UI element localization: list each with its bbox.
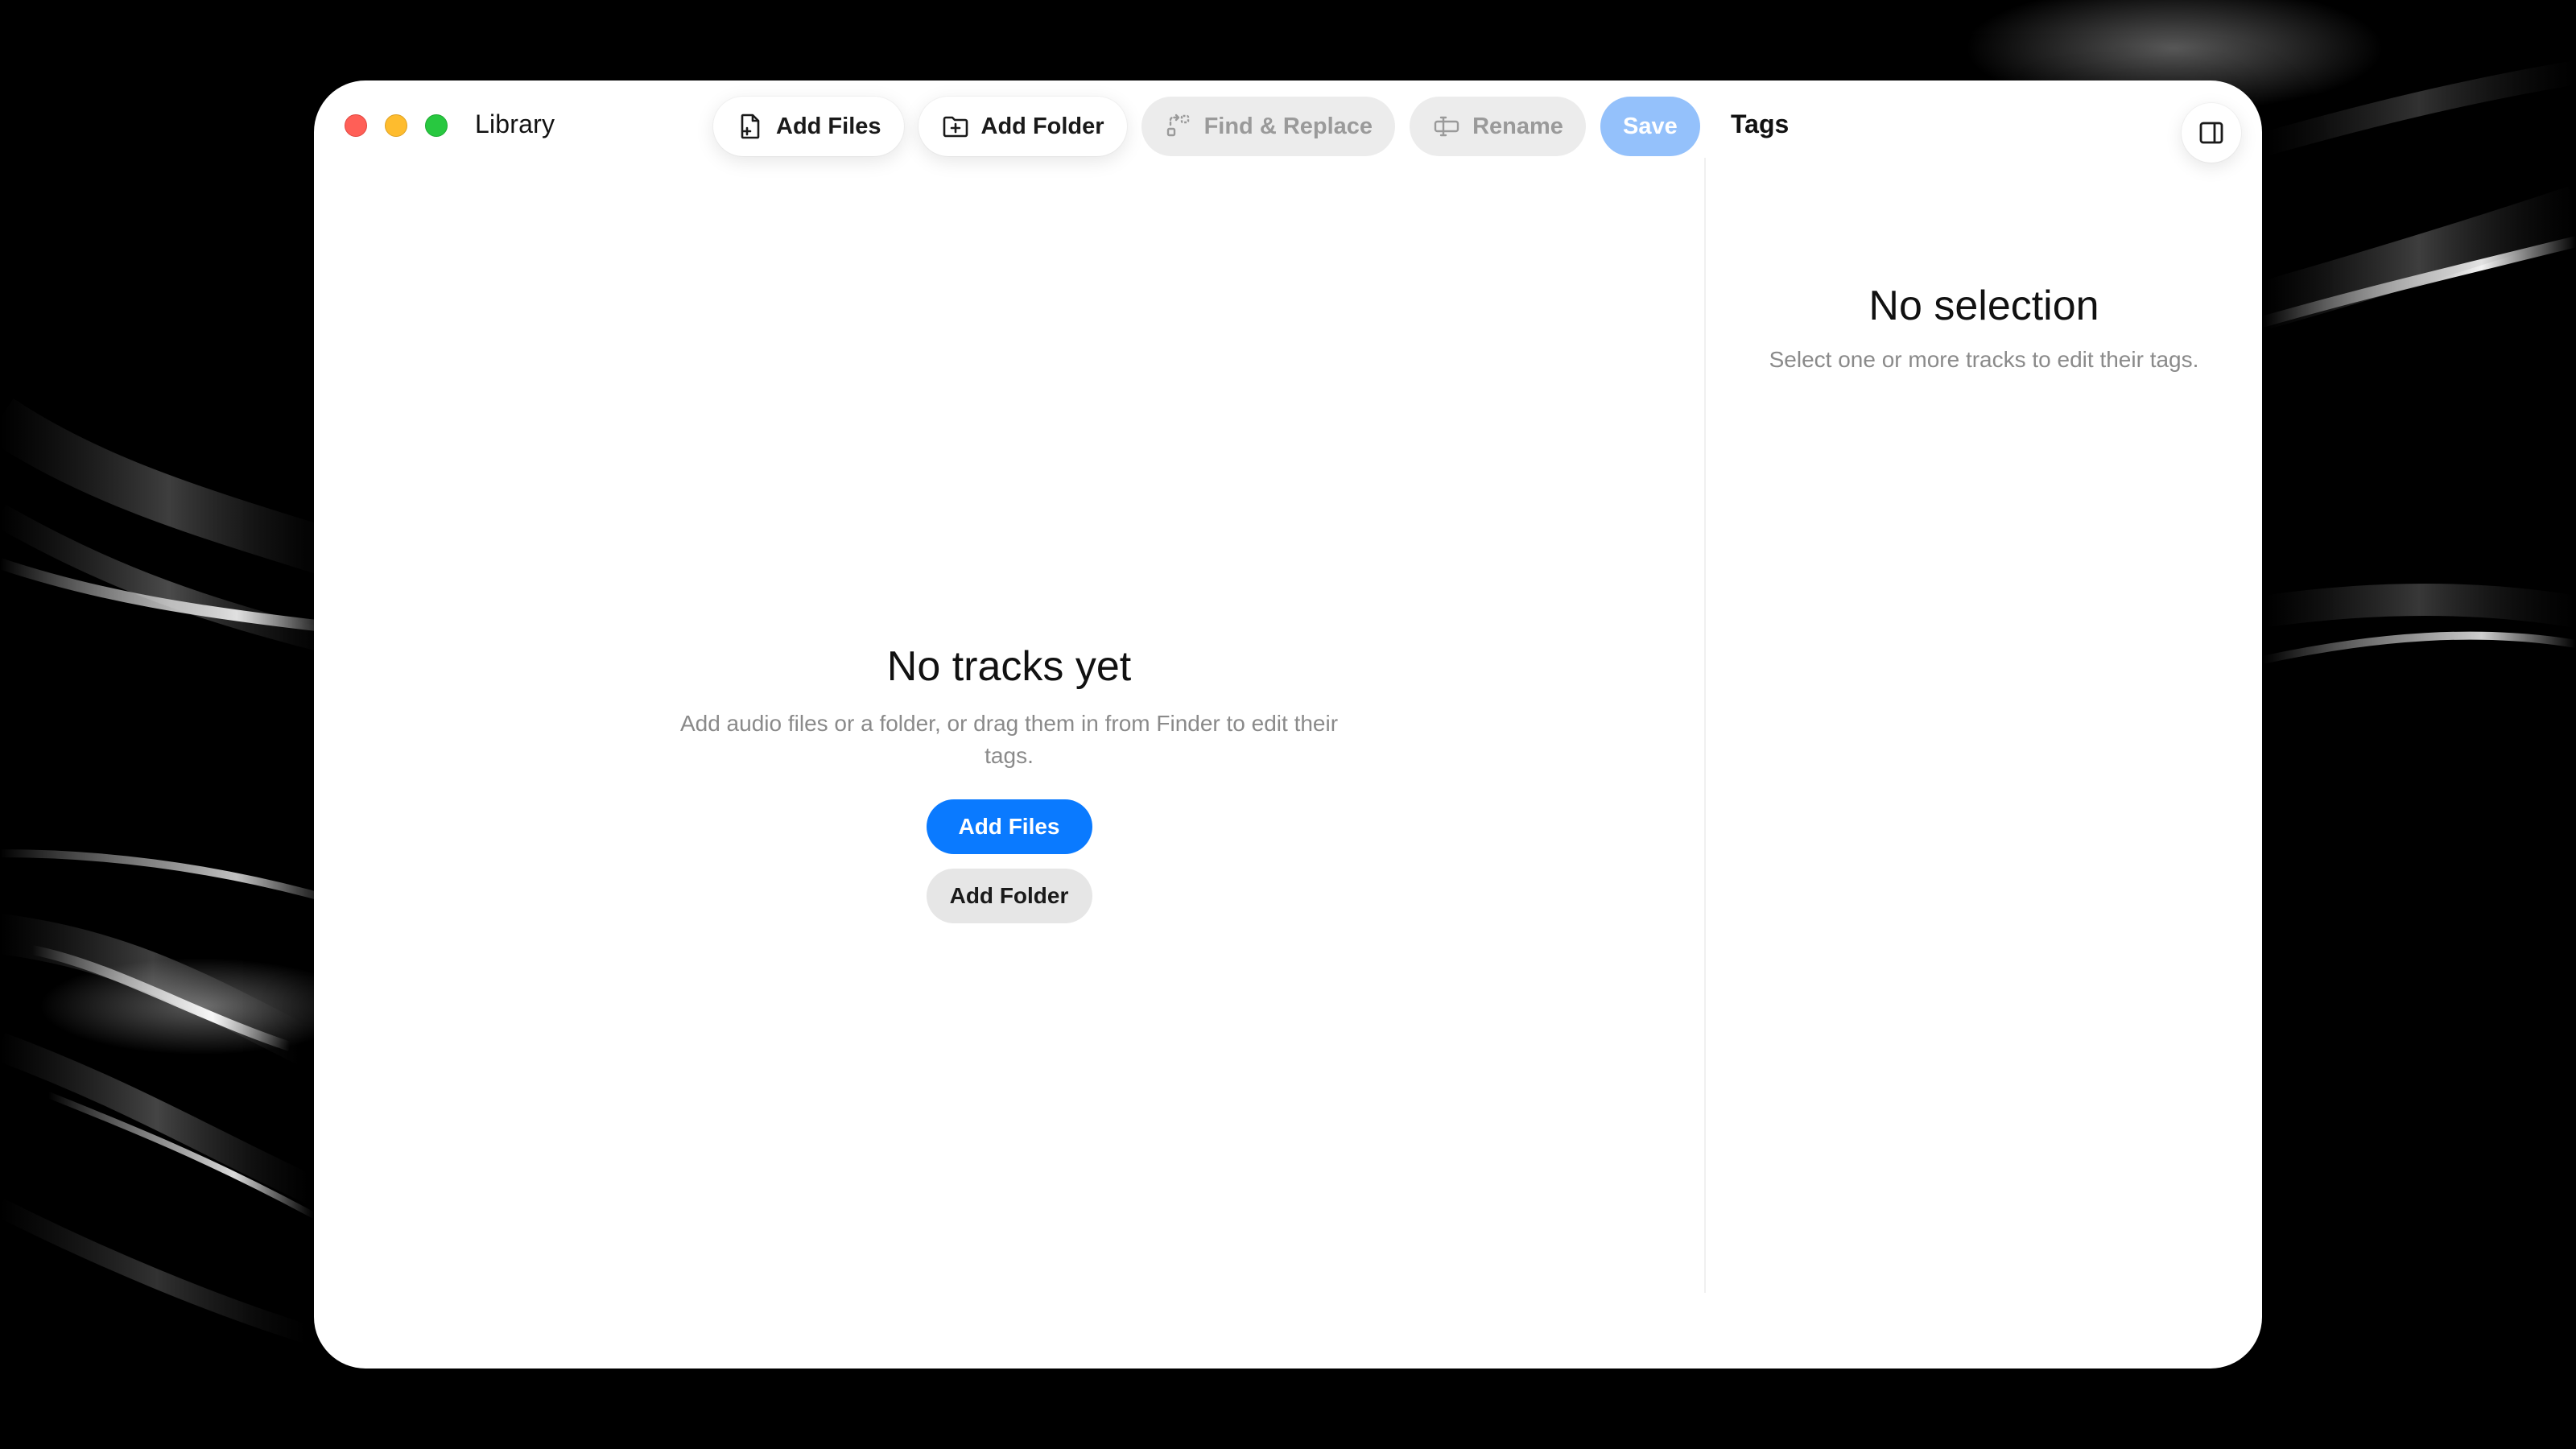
inspector-empty-state: No selection Select one or more tracks t… — [1706, 283, 2262, 376]
toggle-inspector-button[interactable] — [2182, 103, 2241, 163]
library-empty-state: No tracks yet Add audio files or a folde… — [314, 643, 1704, 924]
add-files-toolbar-label: Add Files — [776, 113, 881, 139]
rename-toolbar-label: Rename — [1472, 113, 1563, 139]
empty-title: No tracks yet — [886, 643, 1132, 690]
no-selection-subtitle: Select one or more tracks to edit their … — [1769, 347, 2199, 373]
app-window: Library Add Files Add Folder Find & Repl… — [314, 80, 2262, 1368]
rename-toolbar-button[interactable]: Rename — [1410, 97, 1586, 156]
window-title: Library — [475, 109, 555, 138]
find-replace-toolbar-label: Find & Replace — [1203, 113, 1373, 139]
zoom-window-button[interactable] — [425, 114, 448, 137]
add-files-toolbar-button[interactable]: Add Files — [713, 97, 904, 156]
desktop: Library Add Files Add Folder Find & Repl… — [0, 0, 2576, 1449]
empty-subtitle: Add audio files or a folder, or drag the… — [679, 711, 1339, 769]
doc-plus-icon — [741, 114, 760, 139]
window-controls — [345, 114, 448, 137]
find-replace-toolbar-button[interactable]: Find & Replace — [1141, 97, 1396, 156]
find-replace-icon — [1166, 114, 1189, 137]
inspector-title: Tags — [1731, 109, 1790, 138]
no-selection-title: No selection — [1868, 283, 2099, 329]
add-folder-button[interactable]: Add Folder — [926, 869, 1092, 924]
add-folder-toolbar-button[interactable]: Add Folder — [918, 97, 1127, 156]
add-folder-toolbar-label: Add Folder — [980, 113, 1104, 139]
add-files-button[interactable]: Add Files — [926, 799, 1092, 855]
toolbar: Add Files Add Folder Find & Replace Rena… — [713, 95, 1700, 158]
close-window-button[interactable] — [345, 114, 367, 137]
save-button[interactable]: Save — [1600, 97, 1700, 156]
sidebar-right-icon — [2199, 122, 2223, 144]
minimize-window-button[interactable] — [385, 114, 407, 137]
rename-icon — [1434, 116, 1459, 137]
folder-plus-icon — [943, 116, 968, 138]
